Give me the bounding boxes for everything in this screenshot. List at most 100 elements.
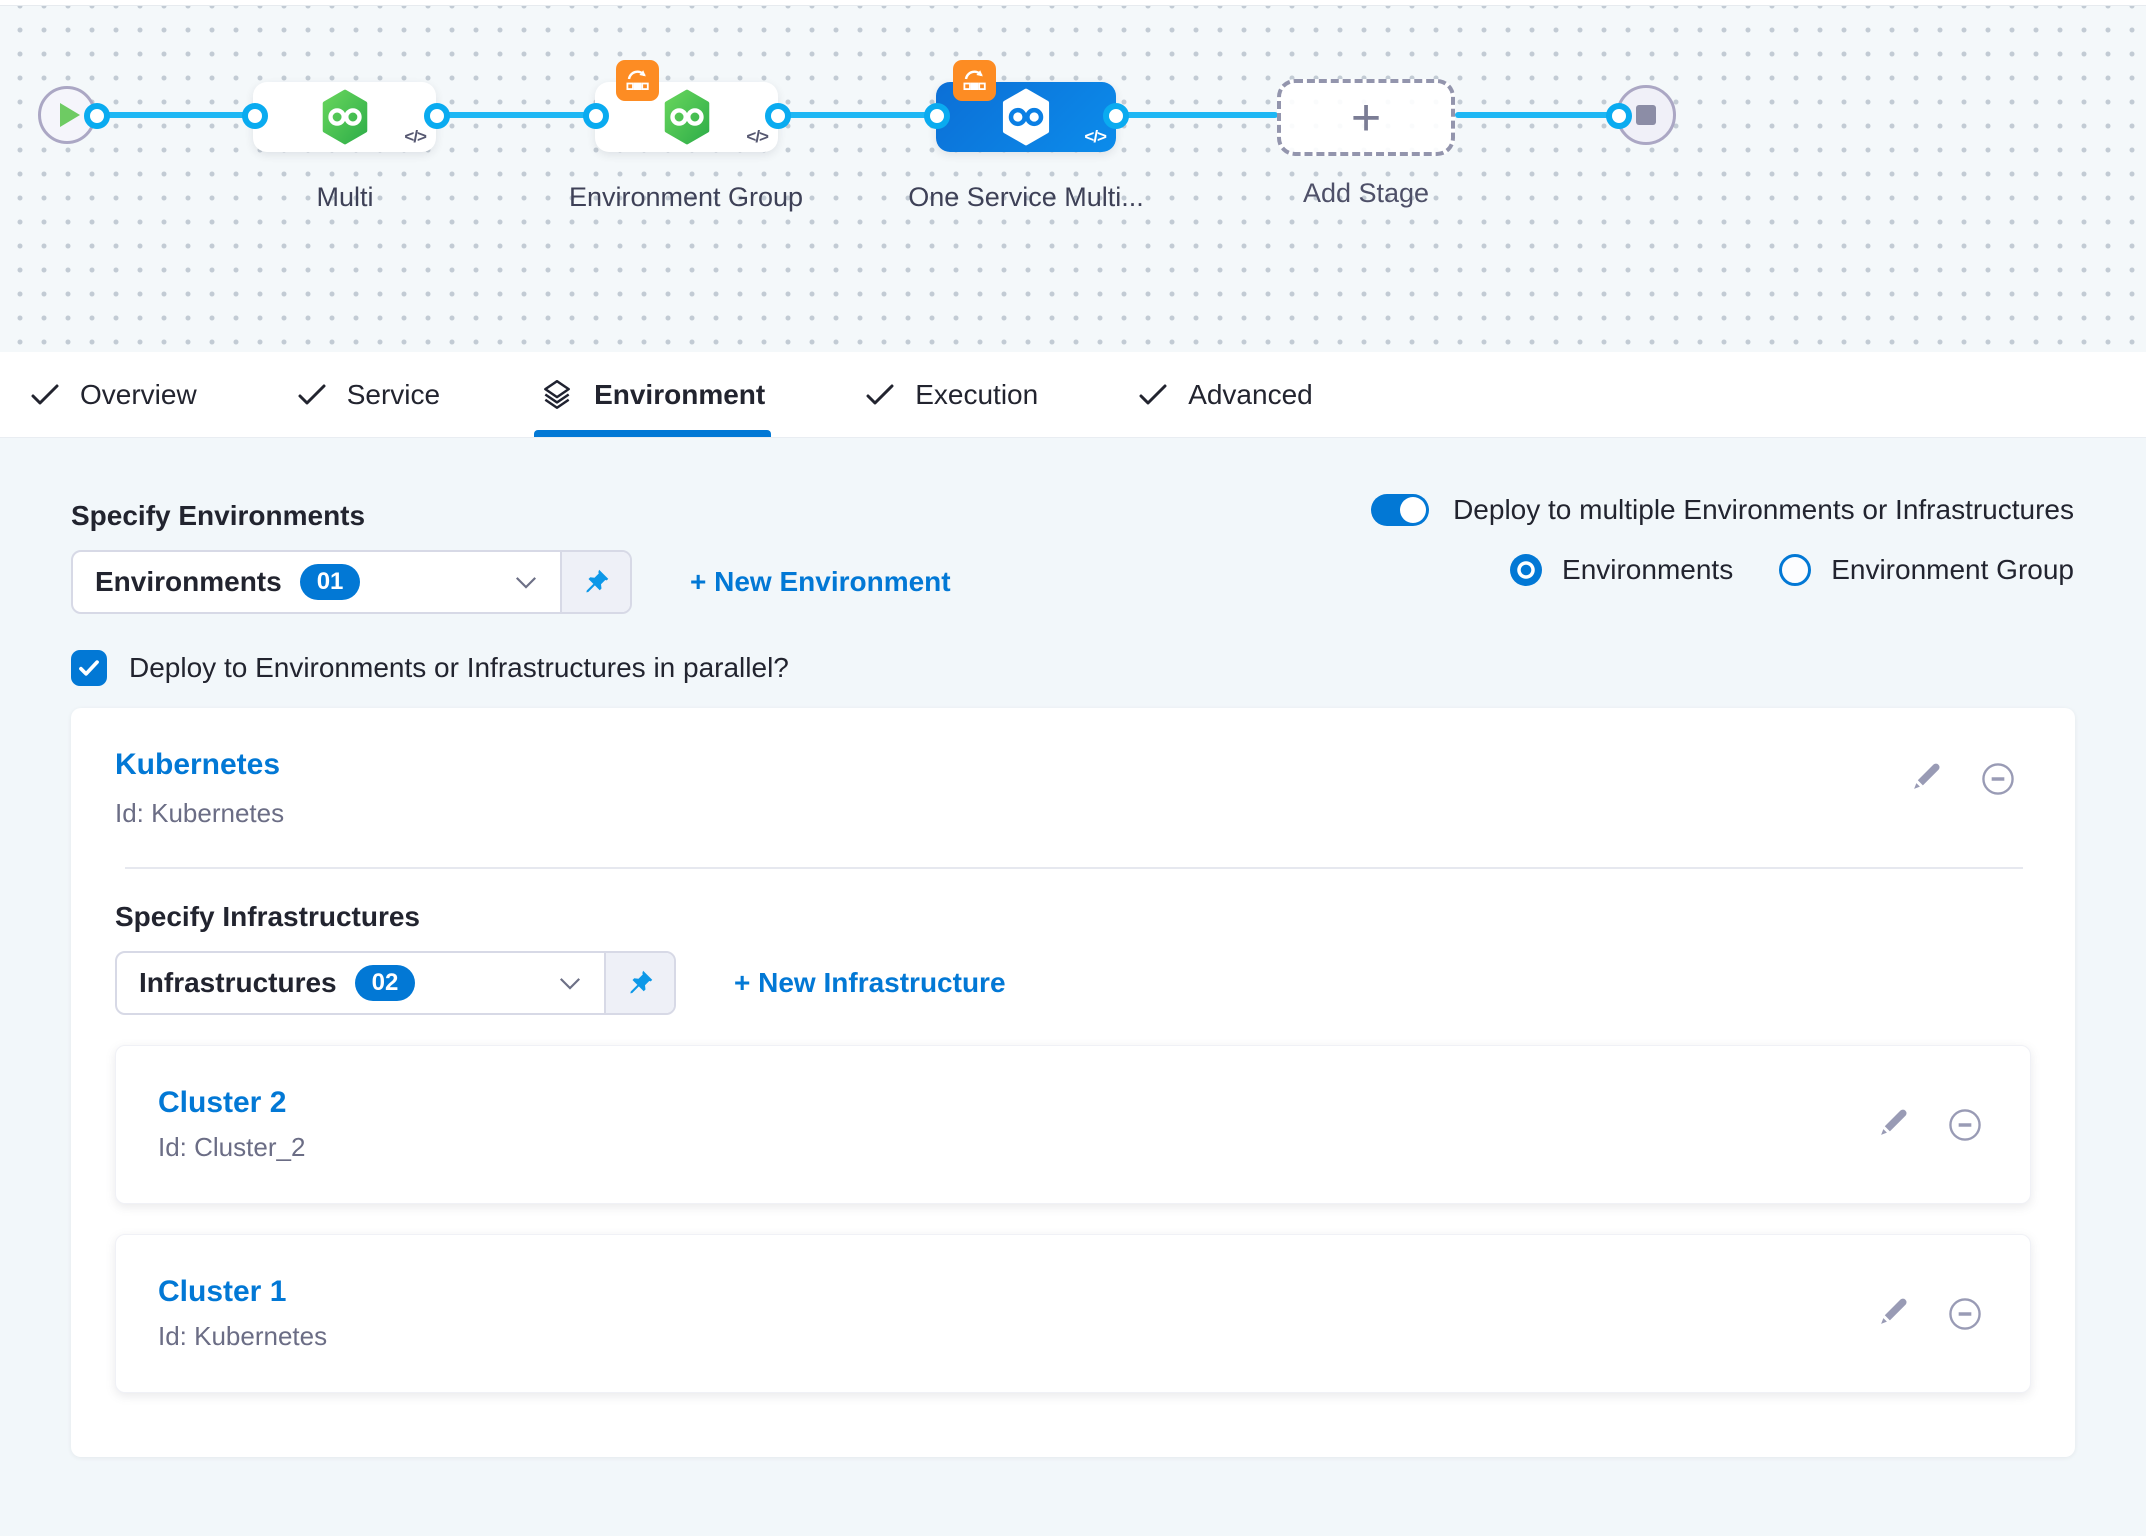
environment-entity-info: Kubernetes Id: Kubernetes	[115, 748, 284, 829]
deploy-mode-controls: Deploy to multiple Environments or Infra…	[1371, 494, 2074, 586]
infrastructures-select[interactable]: Infrastructures 02	[115, 951, 676, 1015]
infrastructure-title-link[interactable]: Cluster 1	[158, 1275, 327, 1309]
section-divider	[125, 867, 2023, 869]
environments-select[interactable]: Environments 01	[71, 550, 632, 614]
infrastructures-select-row: Infrastructures 02 + New Infrastructure	[115, 951, 2031, 1015]
edit-button[interactable]	[1876, 1108, 1910, 1142]
infrastructures-count-badge: 02	[355, 965, 416, 1001]
remove-button[interactable]	[1946, 1106, 1984, 1144]
stage-label-one-service-multi: One Service Multi...	[906, 176, 1146, 218]
environment-entity-row: Kubernetes Id: Kubernetes	[115, 748, 2031, 829]
add-stage-label: Add Stage	[1246, 178, 1486, 209]
infrastructure-entity-info: Cluster 1 Id: Kubernetes	[158, 1275, 327, 1352]
connector-port	[424, 103, 450, 129]
connector-line	[1114, 112, 1278, 118]
minus-circle-icon	[1946, 1106, 1984, 1144]
tab-label: Service	[347, 379, 440, 411]
chevron-down-icon	[514, 575, 538, 590]
connector-port	[1103, 103, 1129, 129]
connector-port	[765, 103, 791, 129]
stage-label-multi: Multi	[225, 176, 465, 218]
radio-selected-icon	[1510, 554, 1542, 586]
yaml-code-glyph: </>	[1084, 127, 1106, 147]
radio-unselected-icon	[1779, 554, 1811, 586]
connector-port	[583, 103, 609, 129]
minus-circle-icon	[1946, 1295, 1984, 1333]
pin-icon	[581, 567, 611, 597]
connector-port	[242, 103, 268, 129]
multi-env-toggle-row: Deploy to multiple Environments or Infra…	[1371, 494, 2074, 526]
new-infrastructure-link[interactable]: + New Infrastructure	[734, 967, 1006, 999]
connector-line	[1455, 112, 1619, 118]
pin-button[interactable]	[604, 953, 674, 1013]
minus-circle-icon	[1979, 760, 2017, 798]
connector-port	[924, 103, 950, 129]
edit-button[interactable]	[1909, 762, 1943, 796]
tab-label: Execution	[915, 379, 1038, 411]
check-icon	[865, 383, 895, 407]
pencil-icon	[1876, 1297, 1910, 1331]
plus-icon: +	[1351, 92, 1381, 144]
rolling-deploy-badge-icon	[616, 60, 659, 101]
infrastructure-id: Id: Cluster_2	[158, 1132, 305, 1163]
environment-actions	[1909, 748, 2031, 798]
check-icon	[78, 659, 100, 677]
pencil-icon	[1876, 1108, 1910, 1142]
tab-overview[interactable]: Overview	[30, 352, 197, 437]
play-icon	[60, 103, 80, 127]
infrastructure-actions	[1876, 1295, 1984, 1333]
remove-button[interactable]	[1979, 760, 2017, 798]
stop-icon	[1636, 105, 1656, 125]
radio-environment-group[interactable]: Environment Group	[1779, 554, 2074, 586]
connector-line	[95, 112, 255, 118]
env-mode-radio-group: Environments Environment Group	[1510, 554, 2074, 586]
environment-card: Kubernetes Id: Kubernetes Specify In	[71, 708, 2075, 1457]
parallel-checkbox[interactable]	[71, 650, 107, 686]
tab-service[interactable]: Service	[297, 352, 440, 437]
environments-select-value: Environments	[95, 566, 282, 598]
infrastructure-actions	[1876, 1106, 1984, 1144]
remove-button[interactable]	[1946, 1295, 1984, 1333]
environments-select-main[interactable]: Environments 01	[73, 552, 560, 612]
parallel-checkbox-label: Deploy to Environments or Infrastructure…	[129, 652, 789, 684]
infrastructures-select-value: Infrastructures	[139, 967, 337, 999]
connector-line	[436, 112, 596, 118]
connector-line	[777, 112, 937, 118]
chevron-down-icon	[558, 976, 582, 991]
multi-env-toggle[interactable]	[1371, 494, 1429, 526]
check-icon	[1138, 383, 1168, 407]
multi-env-toggle-label: Deploy to multiple Environments or Infra…	[1453, 494, 2074, 526]
tab-environment[interactable]: Environment	[540, 352, 765, 437]
tab-execution[interactable]: Execution	[865, 352, 1038, 437]
add-stage-button[interactable]: +	[1277, 79, 1455, 156]
harness-service-icon	[661, 89, 713, 145]
radio-label: Environments	[1562, 554, 1733, 586]
pencil-icon	[1909, 762, 1943, 796]
rolling-deploy-badge-icon	[953, 60, 996, 101]
connector-port	[1606, 103, 1632, 129]
stage-label-environment-group: Environment Group	[566, 176, 806, 218]
tab-label: Environment	[594, 379, 765, 411]
new-environment-link[interactable]: + New Environment	[690, 566, 951, 598]
infrastructure-card-cluster-2: Cluster 2 Id: Cluster_2	[115, 1045, 2031, 1204]
edit-button[interactable]	[1876, 1297, 1910, 1331]
pin-icon	[625, 968, 655, 998]
environment-icon	[540, 378, 574, 412]
environment-tab-panel: Specify Environments Deploy to multiple …	[0, 438, 2146, 1457]
tab-label: Overview	[80, 379, 197, 411]
tab-advanced[interactable]: Advanced	[1138, 352, 1313, 437]
stage-tabbar: Overview Service Environment Execution A…	[0, 352, 2146, 438]
infrastructures-select-main[interactable]: Infrastructures 02	[117, 953, 604, 1013]
check-icon	[30, 383, 60, 407]
infrastructure-title-link[interactable]: Cluster 2	[158, 1086, 305, 1120]
infrastructure-card-cluster-1: Cluster 1 Id: Kubernetes	[115, 1234, 2031, 1393]
pin-button[interactable]	[560, 552, 630, 612]
radio-environments[interactable]: Environments	[1510, 554, 1733, 586]
harness-service-icon	[999, 88, 1053, 146]
tab-label: Advanced	[1188, 379, 1313, 411]
infrastructure-id: Id: Kubernetes	[158, 1321, 327, 1352]
environment-title-link[interactable]: Kubernetes	[115, 748, 284, 782]
stage-node-multi[interactable]: </>	[253, 82, 436, 152]
check-icon	[297, 383, 327, 407]
pipeline-canvas: </> Multi </> Environment Group	[0, 6, 2146, 352]
